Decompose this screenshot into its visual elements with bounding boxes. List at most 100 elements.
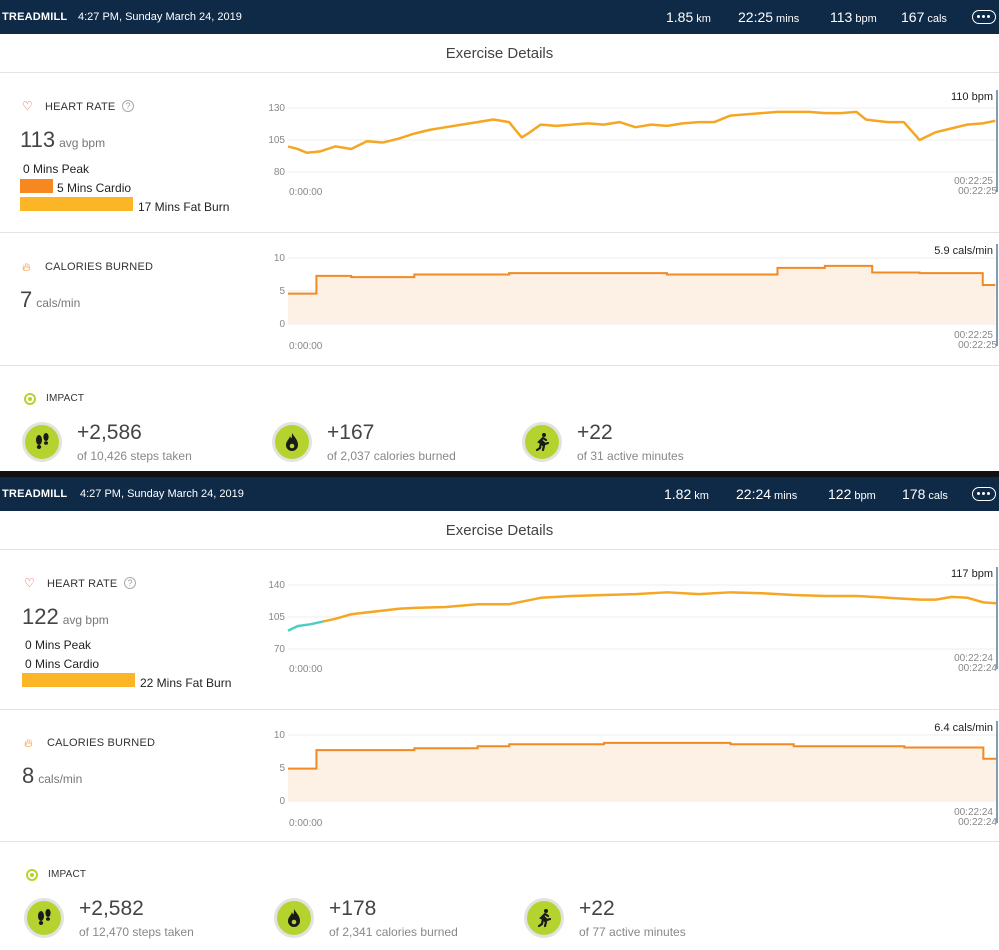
steps-impact-value: +2,582: [79, 897, 144, 920]
running-person-icon: [524, 898, 564, 938]
divider: [0, 72, 999, 73]
duration-stat: 22:25 mins: [738, 9, 799, 25]
cals-value: 167: [901, 9, 925, 25]
bpm-stat: 113 bpm: [830, 9, 877, 25]
y-tick-label: 130: [268, 103, 285, 114]
x-end-label-secondary: 00:22:24: [958, 663, 997, 674]
calories-chart[interactable]: 10 5 0 5.9 cals/min 0:00:00 00:22:25 00:22:25: [255, 240, 999, 352]
cardio-zone-text: 0 Mins Cardio: [25, 657, 100, 671]
x-end-label-secondary: 00:22:24: [958, 817, 997, 828]
avg-heart-rate-unit: avg bpm: [59, 136, 106, 150]
cals-stat: 167 cals: [901, 9, 947, 25]
question-mark-icon[interactable]: ?: [124, 577, 136, 589]
calories-area: [288, 265, 996, 324]
avg-heart-rate-value: 122: [22, 604, 59, 629]
heart-outline-icon: ♡: [22, 99, 33, 113]
duration-value: 22:25: [738, 9, 774, 25]
calories-impact-value: +178: [329, 897, 377, 920]
cals-value: 178: [902, 486, 926, 502]
footprints-icon: [24, 898, 64, 938]
cals-unit: cals: [928, 490, 948, 502]
duration-unit: mins: [776, 13, 800, 25]
heart-rate-line: [287, 110, 996, 155]
flame-icon: 🔥︎: [22, 260, 31, 274]
steps-impact-sub: of 10,426 steps taken: [77, 449, 192, 463]
flame-icon: 🔥︎: [24, 736, 33, 750]
bpm-unit: bpm: [854, 490, 876, 502]
y-tick-label: 10: [274, 253, 286, 264]
current-value-label: 110 bpm: [951, 91, 993, 103]
calories-rate-value: 8: [22, 763, 35, 788]
y-tick-label: 5: [279, 763, 285, 774]
y-tick-label: 105: [268, 612, 285, 623]
divider: [0, 841, 999, 842]
target-ring-icon: [24, 393, 36, 405]
distance-stat: 1.82 km: [664, 486, 709, 502]
calories-chart[interactable]: 10 5 0 6.4 cals/min 0:00:00 00:22:24 00:22:24: [255, 717, 999, 829]
calories-rate: 7 cals/min: [20, 287, 80, 313]
bpm-stat: 122 bpm: [828, 486, 876, 502]
ellipsis-icon[interactable]: [972, 10, 996, 24]
steps-impact-value: +2,586: [77, 421, 142, 444]
x-end-label-secondary: 00:22:25: [958, 186, 997, 197]
duration-unit: mins: [774, 490, 798, 502]
flame-icon: [274, 898, 314, 938]
steps-impact-sub: of 12,470 steps taken: [79, 925, 194, 939]
active-impact-value: +22: [577, 421, 613, 444]
heart-outline-icon: ♡: [24, 576, 35, 590]
fat-burn-zone-bar: [20, 197, 133, 211]
avg-heart-rate-value: 113: [20, 127, 56, 152]
exercise-datetime: 4:27 PM, Sunday March 24, 2019: [78, 11, 242, 23]
x-start-label: 0:00:00: [289, 818, 323, 829]
distance-unit: km: [694, 490, 709, 502]
avg-heart-rate: 113 avg bpm: [20, 127, 105, 153]
exercise-panel-1: TREADMILL 4:27 PM, Sunday March 24, 2019…: [0, 0, 999, 471]
cals-stat: 178 cals: [902, 486, 948, 502]
flame-icon: [272, 422, 312, 462]
calories-burned-label: CALORIES BURNED: [45, 261, 154, 273]
calories-rate-value: 7: [20, 287, 33, 312]
active-impact-sub: of 31 active minutes: [577, 449, 684, 463]
current-value-label: 6.4 cals/min: [934, 722, 993, 734]
exercise-header: TREADMILL 4:27 PM, Sunday March 24, 2019…: [0, 477, 999, 511]
y-tick-label: 0: [279, 796, 285, 807]
duration-stat: 22:24 mins: [736, 486, 797, 502]
page-title: Exercise Details: [445, 45, 554, 62]
bpm-value: 122: [828, 486, 852, 502]
y-tick-label: 70: [274, 644, 286, 655]
divider: [0, 549, 999, 550]
calories-impact-sub: of 2,341 calories burned: [329, 925, 458, 939]
avg-heart-rate-unit: avg bpm: [62, 613, 109, 627]
heart-rate-chart[interactable]: 130 105 80 110 bpm 0:00:00 00:22:25 00:22:25: [255, 86, 999, 200]
active-impact-value: +22: [579, 897, 615, 920]
distance-unit: km: [696, 13, 711, 25]
cardio-zone-bar: [20, 179, 53, 193]
footprints-icon: [22, 422, 62, 462]
heart-rate-label: HEART RATE: [45, 101, 116, 113]
current-value-label: 117 bpm: [951, 568, 993, 580]
impact-label: IMPACT: [48, 869, 87, 880]
y-tick-label: 0: [279, 319, 285, 330]
cals-unit: cals: [927, 13, 947, 25]
question-mark-icon[interactable]: ?: [122, 100, 134, 112]
page-title: Exercise Details: [445, 522, 554, 539]
y-tick-label: 105: [268, 135, 285, 146]
bpm-unit: bpm: [855, 13, 877, 25]
distance-stat: 1.85 km: [666, 9, 711, 25]
bpm-value: 113: [830, 9, 853, 25]
current-value-label: 5.9 cals/min: [934, 245, 993, 257]
divider: [0, 232, 999, 233]
calories-impact-sub: of 2,037 calories burned: [327, 449, 456, 463]
heart-rate-line-below-zone: [287, 620, 324, 632]
ellipsis-icon[interactable]: [972, 487, 996, 501]
exercise-panel-2: TREADMILL 4:27 PM, Sunday March 24, 2019…: [0, 477, 999, 950]
avg-heart-rate: 122 avg bpm: [22, 604, 109, 630]
peak-zone-text: 0 Mins Peak: [25, 638, 92, 652]
impact-label: IMPACT: [46, 393, 85, 404]
y-tick-label: 5: [279, 286, 285, 297]
calories-impact-value: +167: [327, 421, 375, 444]
x-start-label: 0:00:00: [289, 341, 323, 352]
target-ring-icon: [26, 869, 38, 881]
heart-rate-chart[interactable]: 140 105 70 117 bpm 0:00:00 00:22:24 00:22:24: [255, 563, 999, 677]
exercise-type: TREADMILL: [2, 488, 68, 500]
